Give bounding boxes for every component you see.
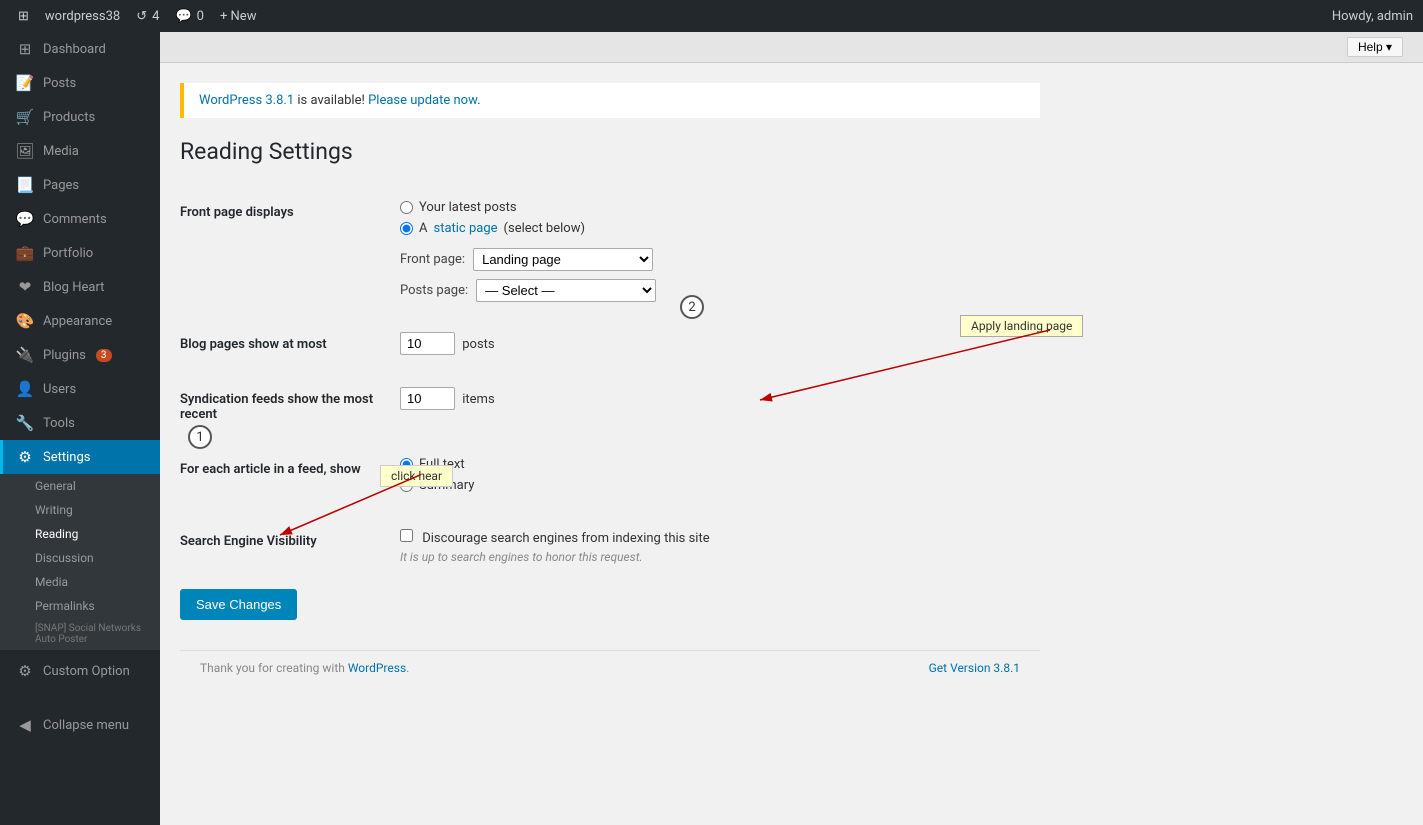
page-body: WordPress 3.8.1 is available! Please upd…: [160, 63, 1060, 705]
dashboard-icon: ⊞: [15, 40, 35, 58]
save-changes-button[interactable]: Save Changes: [180, 589, 297, 620]
submit-row: Save Changes: [180, 579, 1040, 620]
blog-pages-label: Blog pages show at most: [180, 317, 390, 372]
media-icon: 🖼: [15, 142, 35, 160]
feed-article-row: For each article in a feed, show Full te…: [180, 442, 1040, 514]
help-button[interactable]: Help ▾: [1347, 37, 1403, 57]
sidebar-item-custom-option[interactable]: ⚙ Custom Option: [0, 654, 160, 688]
main-content: Help ▾ WordPress 3.8.1 is available! Ple…: [160, 32, 1423, 825]
feed-article-label: For each article in a feed, show: [180, 442, 390, 514]
sidebar-collapse-menu[interactable]: ◀ Collapse menu: [0, 708, 160, 742]
submenu-permalinks[interactable]: Permalinks: [0, 594, 160, 618]
submenu-reading[interactable]: Reading: [0, 522, 160, 546]
appearance-icon: 🎨: [15, 312, 35, 330]
posts-page-select-row: Posts page: — Select —: [400, 279, 1030, 302]
settings-icon: ⚙: [15, 448, 35, 466]
sidebar-item-settings[interactable]: ⚙ Settings: [0, 440, 160, 474]
settings-table: Front page displays Your latest posts A: [180, 185, 1040, 579]
comments-link[interactable]: 💬 0: [167, 9, 212, 24]
submenu-snapi[interactable]: [SNAP] Social Networks Auto Poster: [0, 618, 160, 650]
submenu-media[interactable]: Media: [0, 570, 160, 594]
sidebar-item-users[interactable]: 👤 Users: [0, 372, 160, 406]
radio-summary-input[interactable]: [400, 479, 413, 492]
sidebar-item-media[interactable]: 🖼 Media: [0, 134, 160, 168]
sidebar-item-appearance[interactable]: 🎨 Appearance: [0, 304, 160, 338]
search-visibility-checkbox[interactable]: [400, 529, 413, 542]
sidebar-item-products[interactable]: 🛒 Products: [0, 100, 160, 134]
static-page-link[interactable]: static page: [433, 221, 497, 236]
wordpress-link[interactable]: WordPress: [348, 661, 406, 675]
sidebar-item-posts[interactable]: 📝 Posts: [0, 66, 160, 100]
radio-static-page: A static page (select below): [400, 221, 1030, 236]
front-page-label: Front page displays: [180, 185, 390, 317]
front-page-field-label: Front page:: [400, 252, 465, 267]
radio-full-text: Full text: [400, 457, 1030, 472]
page-footer: Thank you for creating with WordPress. G…: [180, 650, 1040, 685]
plugins-icon: 🔌: [15, 346, 35, 364]
reading-settings-form: Front page displays Your latest posts A: [180, 185, 1040, 620]
blog-pages-row: Blog pages show at most posts: [180, 317, 1040, 372]
posts-page-select[interactable]: — Select —: [476, 279, 656, 302]
search-visibility-row: Search Engine Visibility Discourage sear…: [180, 514, 1040, 579]
sidebar-item-tools[interactable]: 🔧 Tools: [0, 406, 160, 440]
updates-count[interactable]: ↺ 4: [128, 9, 167, 24]
site-name[interactable]: wordpress38: [37, 9, 128, 24]
heart-icon: ❤: [15, 278, 35, 296]
sidebar-item-blogheart[interactable]: ❤ Blog Heart: [0, 270, 160, 304]
wp-logo-icon[interactable]: ⊞: [10, 9, 37, 24]
front-page-select-row: Front page: Landing page: [400, 248, 1030, 271]
radio-latest-posts-input[interactable]: [400, 201, 413, 214]
radio-static-page-input[interactable]: [400, 222, 413, 235]
radio-summary: Summary: [400, 478, 1030, 493]
search-visibility-hint: It is up to search engines to honor this…: [400, 550, 1030, 564]
sidebar-item-pages[interactable]: 📃 Pages: [0, 168, 160, 202]
submenu-writing[interactable]: Writing: [0, 498, 160, 522]
sidebar-item-portfolio[interactable]: 💼 Portfolio: [0, 236, 160, 270]
search-visibility-label: Search Engine Visibility: [180, 514, 390, 579]
products-icon: 🛒: [15, 108, 35, 126]
front-page-row: Front page displays Your latest posts A: [180, 185, 1040, 317]
radio-full-text-input[interactable]: [400, 458, 413, 471]
sidebar-item-dashboard[interactable]: ⊞ Dashboard: [0, 32, 160, 66]
sidebar-item-plugins[interactable]: 🔌 Plugins 3: [0, 338, 160, 372]
settings-submenu: General Writing Reading Discussion Media…: [0, 474, 160, 650]
footer-thanks: Thank you for creating with WordPress.: [200, 661, 409, 675]
new-content-link[interactable]: + New: [212, 9, 265, 24]
wp-version-link[interactable]: WordPress 3.8.1: [199, 93, 294, 108]
annotation-circle-1: 1: [188, 425, 212, 449]
admin-sidebar: ⊞ Dashboard 📝 Posts 🛒 Products 🖼 Media 📃: [0, 32, 160, 825]
help-bar: Help ▾: [160, 32, 1423, 63]
portfolio-icon: 💼: [15, 244, 35, 262]
radio-latest-posts: Your latest posts: [400, 200, 1030, 215]
front-page-select[interactable]: Landing page: [473, 248, 653, 271]
users-icon: 👤: [15, 380, 35, 398]
howdy-text: Howdy, admin: [1332, 9, 1413, 24]
plugins-badge: 3: [96, 349, 112, 362]
syndication-input[interactable]: [400, 387, 455, 410]
submenu-discussion[interactable]: Discussion: [0, 546, 160, 570]
posts-page-field-label: Posts page:: [400, 283, 468, 298]
submenu-general[interactable]: General: [0, 474, 160, 498]
blog-pages-input[interactable]: [400, 332, 455, 355]
page-title: Reading Settings: [180, 138, 1040, 165]
version-link[interactable]: Get Version 3.8.1: [929, 661, 1020, 675]
posts-icon: 📝: [15, 74, 35, 92]
tools-icon: 🔧: [15, 414, 35, 432]
comments-icon: 💬: [15, 210, 35, 228]
update-now-link[interactable]: Please update now: [368, 93, 477, 108]
annotation-circle-2: 2: [680, 295, 704, 319]
syndication-label: Syndication feeds show the most recent: [180, 372, 390, 442]
admin-bar: ⊞ wordpress38 ↺ 4 💬 0 + New Howdy, admin: [0, 0, 1423, 32]
custom-option-icon: ⚙: [15, 662, 35, 680]
update-notice: WordPress 3.8.1 is available! Please upd…: [180, 83, 1040, 118]
syndication-row: Syndication feeds show the most recent i…: [180, 372, 1040, 442]
pages-icon: 📃: [15, 176, 35, 194]
search-visibility-checkbox-label: Discourage search engines from indexing …: [400, 531, 710, 546]
sidebar-item-comments[interactable]: 💬 Comments: [0, 202, 160, 236]
collapse-icon: ◀: [15, 716, 35, 734]
